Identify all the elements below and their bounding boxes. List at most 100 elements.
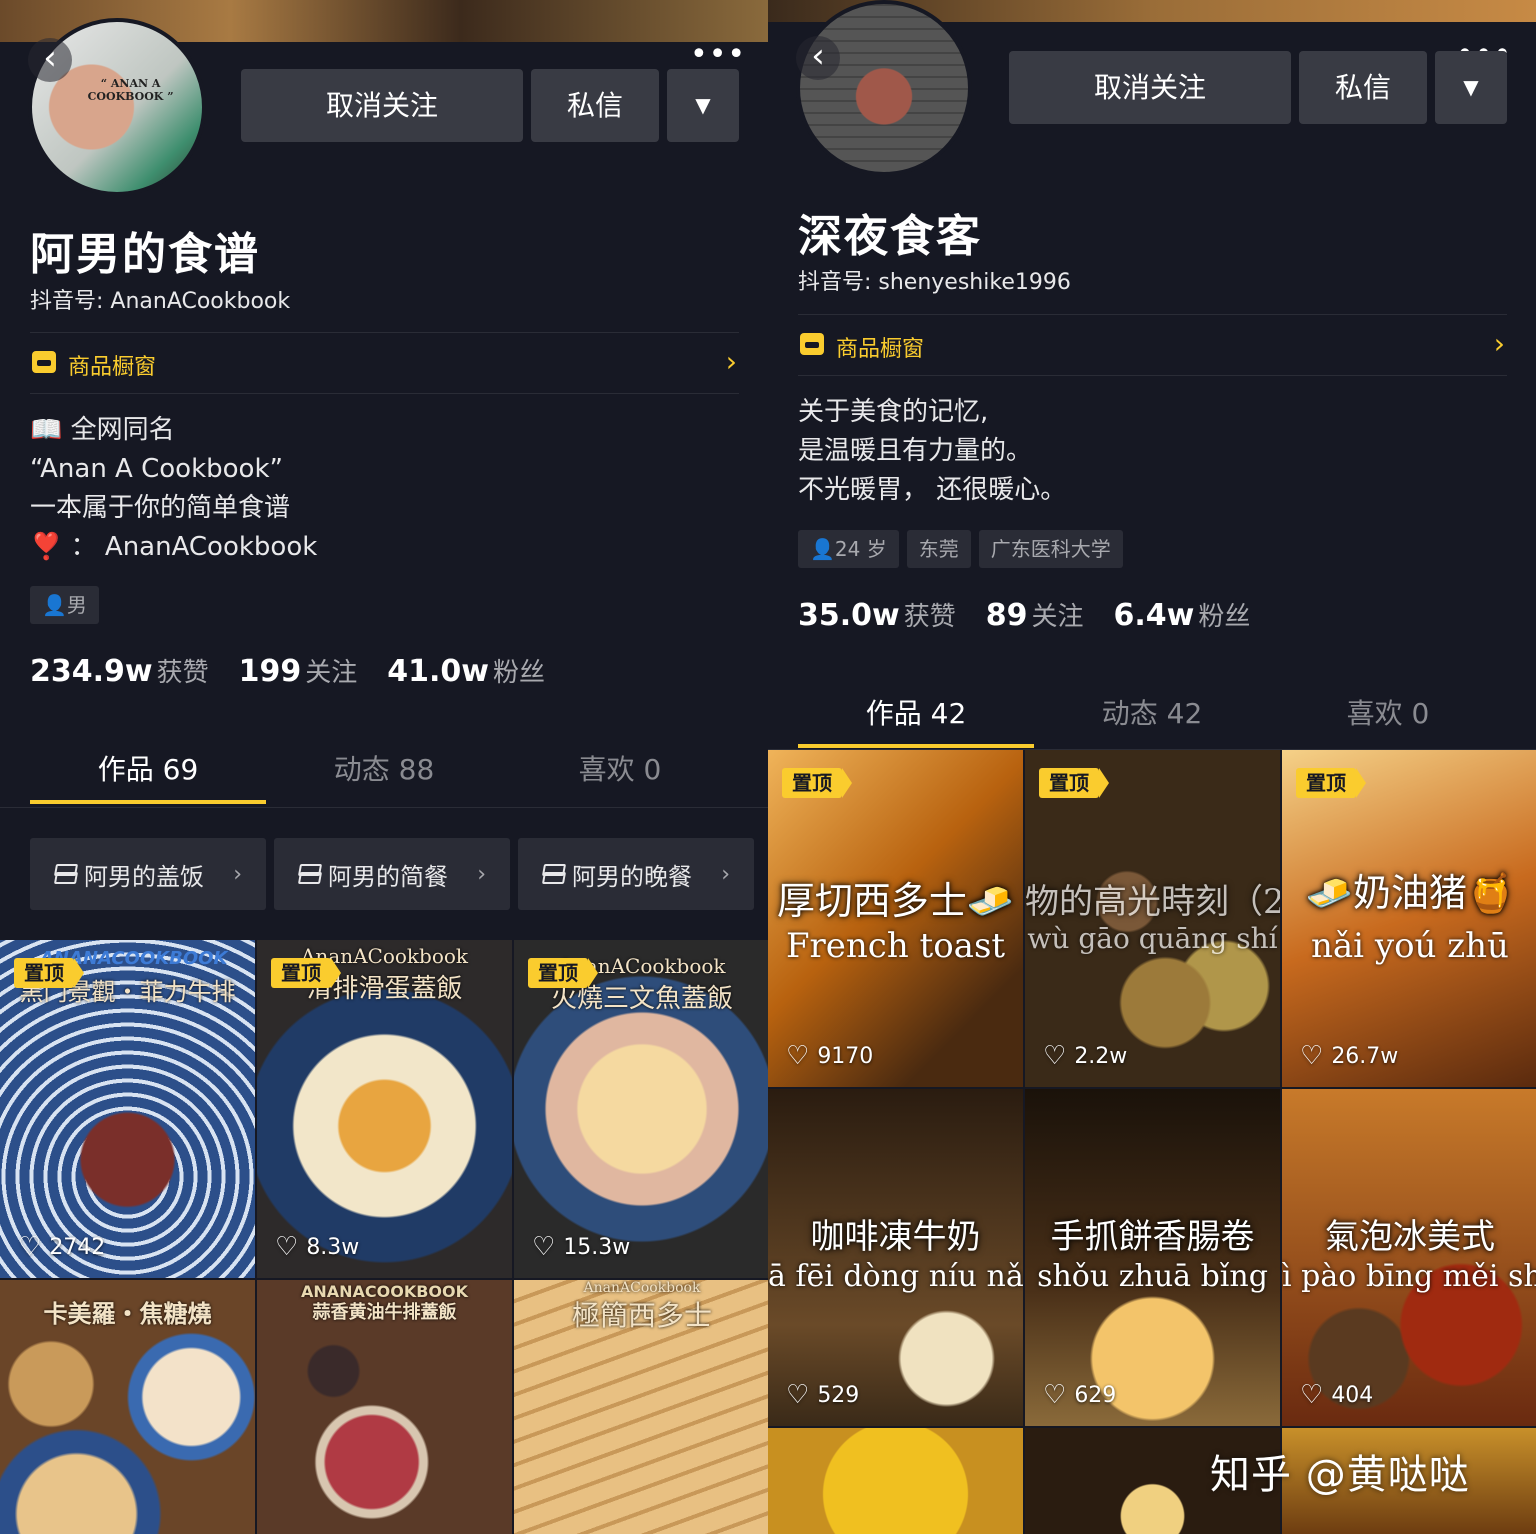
like-number: 2742: [49, 1234, 106, 1260]
shop-window-row[interactable]: 商品橱窗 ›: [30, 332, 739, 394]
stat-likes[interactable]: 234.9w 获赞: [30, 652, 209, 689]
video-tile[interactable]: 厚切西多士🧈 French toast 置顶 ♡ 9170: [768, 750, 1023, 1087]
bio-line: 不光暖胃， 还很暖心。: [798, 475, 1067, 505]
avatar-logo-text: “ ANAN A COOKBOOK ”: [87, 77, 174, 103]
age-label: 24 岁: [834, 537, 887, 561]
unfollow-button[interactable]: 取消关注: [241, 69, 523, 142]
tab-works[interactable]: 作品 69: [30, 748, 266, 804]
profile-stats: 234.9w 获赞 199 关注 41.0w 粉丝: [30, 652, 545, 689]
video-tile[interactable]: ANANACOOKBOOK 黑门景觀・菲力牛排 置顶 ♡ 2742: [0, 940, 255, 1278]
profile-name: 深夜食客: [798, 211, 982, 262]
back-icon[interactable]: ‹: [796, 36, 840, 80]
shop-window-label: 商品橱窗: [68, 355, 157, 380]
stat-label: 关注: [305, 658, 358, 688]
chevron-down-icon: ▼: [695, 93, 711, 117]
video-tile[interactable]: AnanACookbook 火燒三文魚蓋飯 置顶 ♡ 15.3w: [514, 940, 768, 1278]
layers-icon: [298, 864, 320, 884]
pinned-badge: 置顶: [1296, 768, 1366, 798]
zhihu-watermark: 知乎 @黄哒哒: [1210, 1452, 1470, 1498]
age-tag: 👤24 岁: [798, 530, 899, 568]
bio-line: “Anan A Cookbook”: [30, 454, 283, 484]
like-number: 9170: [817, 1043, 874, 1069]
user-icon: 👤: [810, 537, 835, 561]
video-title: 物的高光時刻（2: [1025, 882, 1280, 922]
video-tile[interactable]: 物的高光時刻（2 wù gāo quāng shí 置顶 ♡ 2.2w: [1025, 750, 1280, 1087]
shop-window-row[interactable]: 商品橱窗 ›: [798, 314, 1507, 376]
video-tile[interactable]: 手抓餅香腸卷 shǒu zhuā bǐng ♡ 629: [1025, 1089, 1280, 1426]
dropdown-button[interactable]: ▼: [1435, 51, 1507, 124]
like-count: ♡ 404: [1300, 1380, 1373, 1410]
collection-item[interactable]: 阿男的盖饭 ›: [30, 838, 266, 910]
stat-number: 41.0w: [387, 654, 489, 689]
heart-icon: ♡: [786, 1380, 810, 1410]
video-subtitle: wù gāo quāng shí: [1027, 922, 1278, 955]
tab-works[interactable]: 作品 42: [798, 692, 1034, 748]
video-title: 咖啡凍牛奶: [810, 1217, 981, 1257]
like-number: 2.2w: [1074, 1043, 1128, 1069]
stat-likes[interactable]: 35.0w 获赞: [798, 596, 956, 633]
stat-following[interactable]: 89 关注: [986, 596, 1084, 633]
dropdown-button[interactable]: ▼: [667, 69, 739, 142]
layers-icon: [542, 864, 564, 884]
tab-posts[interactable]: 动态 42: [1034, 692, 1270, 748]
video-subtitle: French toast: [785, 926, 1006, 966]
heart-icon: ♡: [1300, 1041, 1324, 1071]
like-count: ♡ 629: [1043, 1380, 1116, 1410]
video-title: 厚切西多士🧈: [776, 879, 1015, 923]
chevron-right-icon: ›: [233, 861, 242, 887]
stat-label: 粉丝: [1198, 602, 1251, 632]
stat-followers[interactable]: 41.0w 粉丝: [387, 652, 545, 689]
video-tile[interactable]: 卡美羅・焦糖燒: [0, 1280, 255, 1534]
stat-following[interactable]: 199 关注: [239, 652, 358, 689]
collection-item[interactable]: 阿男的简餐 ›: [274, 838, 510, 910]
stat-label: 粉丝: [493, 658, 546, 688]
douyin-id: 抖音号: shenyeshike1996: [798, 270, 1071, 295]
shop-window-label: 商品橱窗: [836, 337, 925, 362]
heart-icon: ♡: [1043, 1380, 1067, 1410]
video-tile[interactable]: [768, 1428, 1023, 1534]
video-tile[interactable]: AnanACookbook 滑排滑蛋蓋飯 置顶 ♡ 8.3w: [257, 940, 512, 1278]
avatar[interactable]: [796, 0, 972, 176]
video-title: 卡美羅・焦糖燒: [43, 1300, 212, 1328]
collection-label: 阿男的盖饭: [84, 862, 204, 891]
collections-row: 阿男的盖饭 › 阿男的简餐 › 阿男的晚餐 ›: [30, 838, 754, 910]
video-tile[interactable]: 氣泡冰美式 ì pào bīng měi sh ♡ 404: [1282, 1089, 1536, 1426]
bio-line: 一本属于你的简单食谱: [30, 493, 291, 523]
stat-number: 199: [238, 654, 302, 689]
tab-likes[interactable]: 喜欢 0: [502, 748, 738, 804]
video-tile[interactable]: 🧈奶油猪🍯 nǎi yoú zhū 置顶 ♡ 26.7w: [1282, 750, 1536, 1087]
school-tag: 广东医科大学: [978, 530, 1123, 568]
stat-number: 35.0w: [798, 598, 900, 633]
video-subtitle: nǎi yoú zhū: [1311, 926, 1509, 966]
heart-icon: ♡: [786, 1041, 810, 1071]
video-title: 蒜香黄油牛排蓋飯: [312, 1302, 457, 1323]
profile-bio: 📖 全网同名 “Anan A Cookbook” 一本属于你的简单食谱 ❣️ ：…: [30, 411, 317, 567]
stat-followers[interactable]: 6.4w 粉丝: [1114, 596, 1251, 633]
stat-label: 获赞: [903, 602, 956, 632]
chevron-right-icon: ›: [721, 861, 730, 887]
profile-stats: 35.0w 获赞 89 关注 6.4w 粉丝: [798, 596, 1250, 633]
message-button[interactable]: 私信: [531, 69, 659, 142]
gender-label: 男: [66, 593, 87, 617]
message-button[interactable]: 私信: [1299, 51, 1427, 124]
video-grid: 厚切西多士🧈 French toast 置顶 ♡ 9170 物的高光時刻（2 wù…: [768, 750, 1536, 1534]
tab-posts[interactable]: 动态 88: [266, 748, 502, 804]
tab-likes[interactable]: 喜欢 0: [1270, 692, 1506, 748]
video-title: 手抓餅香腸卷: [1050, 1217, 1255, 1257]
unfollow-button[interactable]: 取消关注: [1009, 51, 1291, 124]
stat-label: 获赞: [156, 658, 209, 688]
video-tile[interactable]: 咖啡凍牛奶 ā fēi dòng níu nǎ ♡ 529: [768, 1089, 1023, 1426]
like-number: 26.7w: [1331, 1043, 1399, 1069]
layers-icon: [54, 864, 76, 884]
video-title: 🧈奶油猪🍯: [1305, 871, 1515, 915]
like-number: 8.3w: [306, 1234, 360, 1260]
collection-item[interactable]: 阿男的晚餐 ›: [518, 838, 754, 910]
video-tile[interactable]: ANANACOOKBOOK 蒜香黄油牛排蓋飯: [257, 1280, 512, 1534]
back-icon[interactable]: ‹: [28, 38, 72, 82]
profile-bio: 关于美食的记忆, 是温暖且有力量的。 不光暖胃， 还很暖心。: [798, 393, 1066, 510]
like-number: 629: [1074, 1382, 1117, 1408]
like-count: ♡ 2742: [18, 1232, 105, 1262]
chevron-right-icon: ›: [725, 345, 737, 378]
video-tile[interactable]: AnanACookbook 極簡西多士: [514, 1280, 768, 1534]
profile-name: 阿男的食谱: [30, 229, 260, 280]
